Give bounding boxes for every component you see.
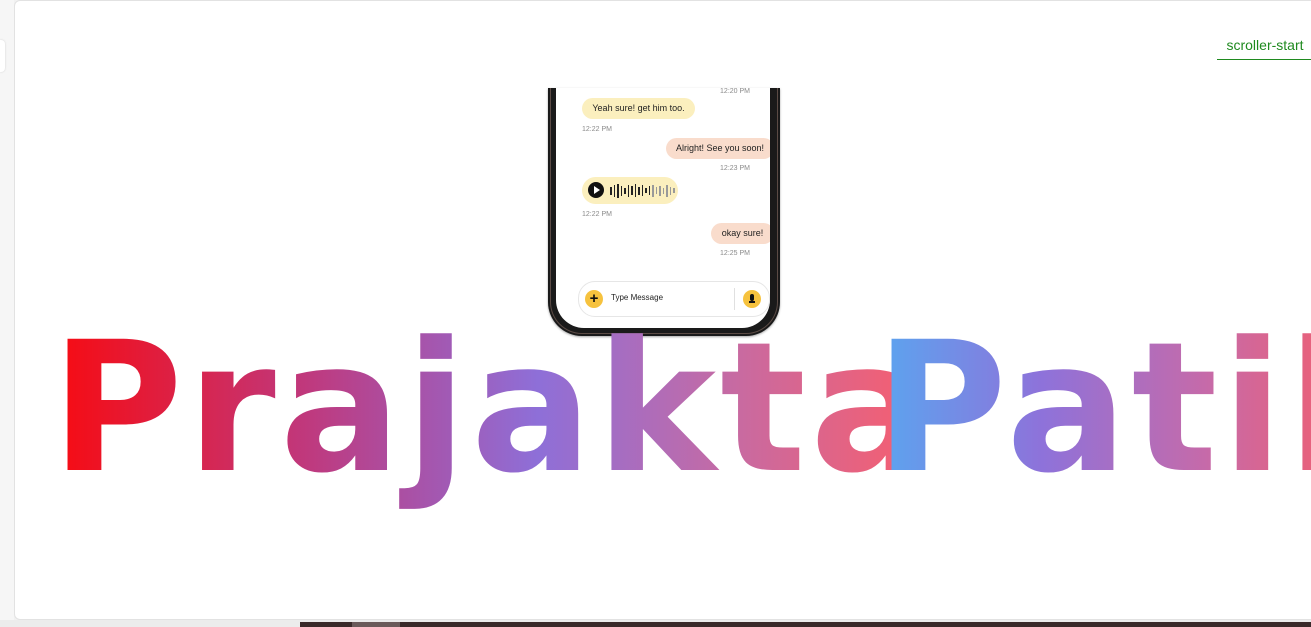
outgoing-message-bubble: Alright! See you soon!	[666, 138, 770, 159]
message-timestamp: 12:23 PM	[720, 165, 750, 172]
voice-message-bubble	[582, 177, 678, 204]
audio-waveform	[610, 183, 675, 198]
message-timestamp: 12:25 PM	[720, 250, 750, 257]
incoming-message-bubble: Yeah sure! get him too.	[582, 98, 695, 119]
message-input[interactable]: Type Message	[611, 293, 663, 302]
hero-first-name: Prajakta	[51, 304, 936, 513]
phone-mockup: 12:20 PM Yeah sure! get him too. 12:22 P…	[548, 88, 780, 336]
taskbar-strip	[0, 620, 1311, 627]
left-panel-edge	[0, 0, 14, 620]
message-timestamp: 12:22 PM	[582, 211, 612, 218]
message-timestamp: 12:22 PM	[582, 126, 612, 133]
outgoing-message-bubble: okay sure!	[711, 223, 770, 244]
play-icon[interactable]	[588, 182, 604, 198]
message-timestamp: 12:20 PM	[720, 88, 750, 95]
horizontal-scrollbar-track[interactable]	[300, 622, 1311, 627]
page-canvas: scroller-start 12:20 PM Yeah sure! get h…	[14, 0, 1311, 620]
horizontal-scrollbar-thumb[interactable]	[352, 622, 400, 627]
hero-last-name: Patil	[875, 309, 1311, 509]
chat-screen: 12:20 PM Yeah sure! get him too. 12:22 P…	[556, 88, 770, 328]
panel-handle[interactable]	[0, 40, 5, 72]
scroller-start-marker: scroller-start	[1217, 37, 1311, 60]
